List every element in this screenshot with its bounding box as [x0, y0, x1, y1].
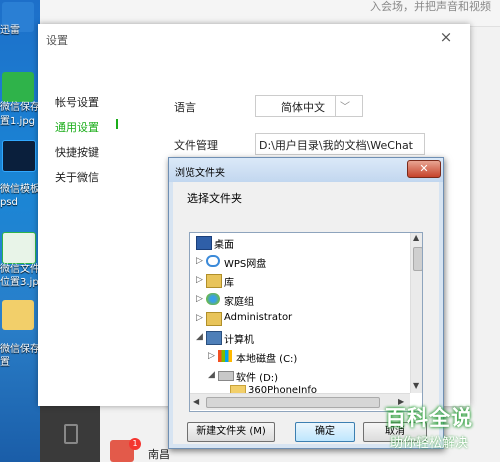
watermark-title: 百科全说: [385, 406, 473, 430]
tree-item-local-disk-c[interactable]: ▷ 本地磁盘 (C:): [208, 349, 408, 367]
file-path-field[interactable]: D:\用户目录\我的文档\WeChat: [255, 133, 425, 155]
chat-name: 南昌: [148, 448, 170, 461]
tree-item-label: Administrator: [224, 312, 293, 323]
new-folder-button[interactable]: 新建文件夹 (M): [187, 422, 275, 442]
chat-preview-text: 入会场，并把声音和视频: [370, 0, 491, 13]
tree-item-computer[interactable]: ◢ 计算机: [196, 330, 406, 348]
scroll-thumb[interactable]: [413, 247, 422, 271]
vertical-scrollbar[interactable]: ▲ ▼: [410, 233, 422, 393]
scroll-down-icon[interactable]: ▼: [413, 381, 419, 390]
language-label: 语言: [174, 101, 196, 114]
settings-title: 设置: [46, 34, 68, 47]
dialog-title-bar[interactable]: 浏览文件夹 ✕: [169, 158, 443, 182]
tree-item-administrator[interactable]: ▷ Administrator: [196, 311, 406, 329]
wechat-image-icon[interactable]: [2, 232, 36, 264]
windows-drive-icon: [218, 350, 232, 362]
scroll-thumb[interactable]: [206, 397, 380, 408]
photoshop-file-icon[interactable]: [2, 140, 36, 172]
close-icon[interactable]: ✕: [407, 160, 441, 178]
dialog-title: 浏览文件夹: [175, 168, 225, 179]
drive-icon: [218, 371, 234, 381]
scroll-up-icon[interactable]: ▲: [413, 233, 419, 242]
phone-icon[interactable]: [64, 424, 78, 444]
expand-arrow-icon[interactable]: ▷: [196, 313, 203, 323]
homegroup-icon: [206, 293, 220, 305]
dialog-prompt: 选择文件夹: [187, 192, 242, 205]
nav-account-settings[interactable]: 帐号设置: [55, 94, 99, 110]
cloud-icon: [206, 255, 220, 267]
language-value: 简体中文: [281, 101, 325, 114]
tree-item-label: 库: [224, 278, 234, 289]
collapse-arrow-icon[interactable]: ◢: [208, 370, 215, 380]
watermark: 百科全说 助你轻松解决: [370, 402, 488, 458]
tree-item-desktop[interactable]: 桌面: [194, 235, 404, 253]
desktop-icon: [196, 236, 212, 250]
tree-item-label: 桌面: [214, 240, 234, 251]
expand-arrow-icon[interactable]: ▷: [208, 351, 215, 361]
file-management-label: 文件管理: [174, 139, 218, 152]
tree-item-label: 计算机: [224, 335, 254, 346]
ok-button[interactable]: 确定: [295, 422, 355, 442]
chat-top-bar: 入会场，并把声音和视频: [40, 0, 500, 27]
tree-item-homegroup[interactable]: ▷ 家庭组: [196, 292, 406, 310]
tree-item-label: WPS网盘: [224, 259, 267, 270]
computer-icon: [206, 331, 222, 345]
desktop: 迅雷 微信保存位 置1.jpg 微信模板. psd 微信文件保 位置3.jpg …: [0, 0, 44, 462]
expand-arrow-icon[interactable]: ▷: [196, 294, 203, 304]
nav-about-wechat[interactable]: 关于微信: [55, 169, 99, 185]
tree-item-label: 家庭组: [224, 297, 254, 308]
file-path-value: D:\用户目录\我的文档\WeChat: [259, 139, 413, 152]
chevron-down-icon: ﹀: [340, 102, 350, 113]
unread-badge: 1: [129, 438, 141, 450]
tree-item-label: 软件 (D:): [236, 373, 279, 384]
nav-general-settings[interactable]: 通用设置: [55, 119, 99, 135]
scroll-left-icon[interactable]: ◀: [193, 397, 199, 406]
watermark-subtitle: 助你轻松解决: [389, 436, 468, 451]
close-icon[interactable]: ×: [436, 28, 456, 48]
nav-shortcut-keys[interactable]: 快捷按键: [55, 144, 99, 160]
expand-arrow-icon[interactable]: ▷: [196, 275, 203, 285]
tree-item-label: 本地磁盘 (C:): [236, 354, 298, 365]
expand-arrow-icon[interactable]: ▷: [196, 256, 203, 266]
user-folder-icon: [206, 312, 222, 326]
select-divider: [335, 96, 336, 116]
library-icon: [206, 274, 222, 288]
tree-item-library[interactable]: ▷ 库: [196, 273, 406, 291]
folder-tree[interactable]: 桌面 ▷ WPS网盘 ▷ 库 ▷ 家庭组 ▷ Administrator ◢ 计…: [189, 232, 423, 412]
folder-icon[interactable]: [2, 300, 34, 330]
collapse-arrow-icon[interactable]: ◢: [196, 332, 203, 342]
active-nav-indicator: [116, 119, 118, 129]
language-select[interactable]: 简体中文 ﹀: [255, 95, 363, 117]
tree-item-wps-cloud[interactable]: ▷ WPS网盘: [196, 254, 406, 272]
wechat-image-icon[interactable]: [2, 72, 34, 102]
